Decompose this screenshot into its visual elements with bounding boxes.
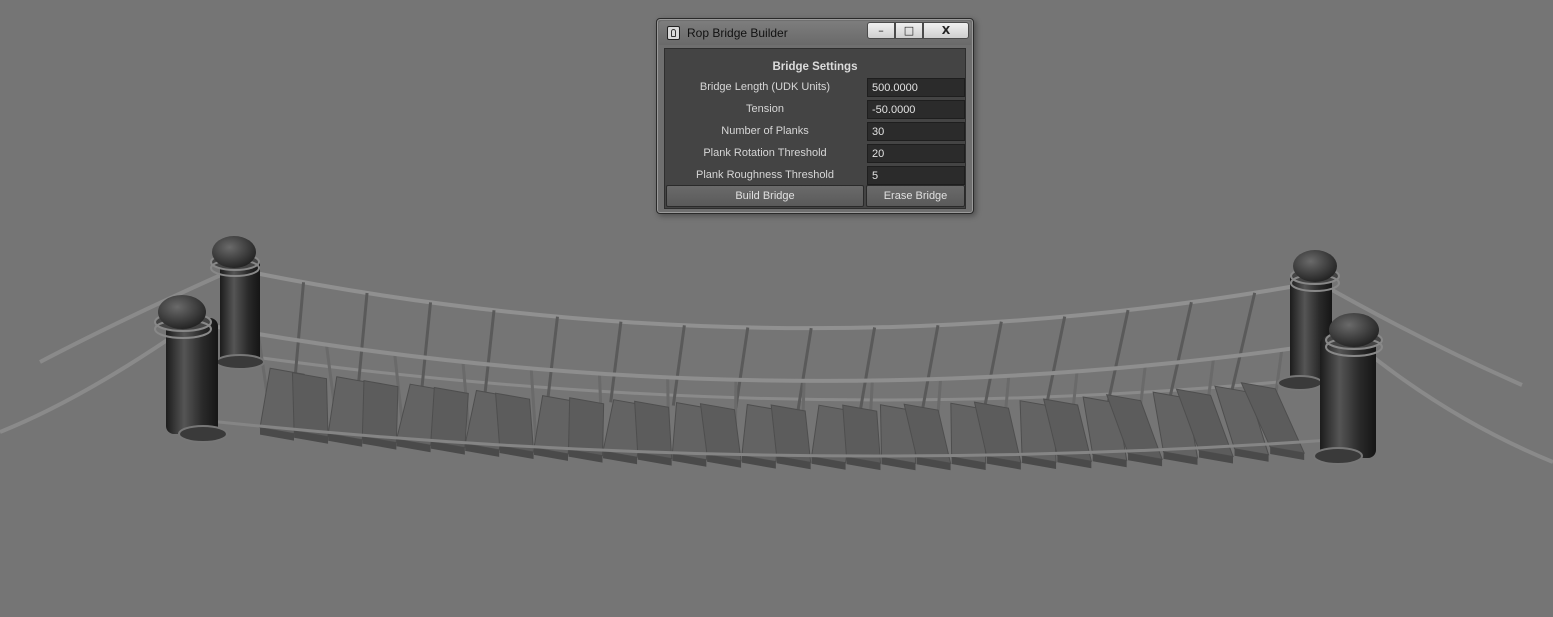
plank (634, 400, 673, 460)
hanger-rope (1044, 316, 1067, 407)
plank (291, 372, 329, 438)
hanger-rope (483, 310, 496, 394)
hanger-rope (609, 321, 623, 403)
window-titlebar[interactable]: Rop Bridge Builder – □ X (659, 21, 971, 45)
plank-rotation-threshold-field[interactable] (867, 144, 965, 163)
plank (495, 392, 535, 453)
plank (567, 397, 605, 457)
hanger-rope (920, 324, 940, 410)
bridge-length-field[interactable] (867, 78, 965, 97)
plank (842, 404, 882, 464)
plank-roughness-threshold-label: Plank Roughness Threshold (696, 169, 834, 181)
handrail-rope-back (239, 268, 1319, 331)
hanger-rope (546, 316, 559, 399)
hanger-rope (1229, 292, 1257, 396)
anchor-rope-right-front (1356, 343, 1553, 464)
plank (770, 404, 812, 463)
hanger-rope (420, 302, 433, 388)
plank (361, 380, 399, 444)
plank-rotation-threshold-label: Plank Rotation Threshold (703, 147, 827, 159)
minimize-button[interactable]: – (867, 22, 895, 39)
plank (430, 386, 469, 449)
tension-label: Tension (746, 103, 784, 115)
number-of-planks-label: Number of Planks (721, 125, 809, 137)
bridge-length-label: Bridge Length (UDK Units) (699, 81, 831, 93)
erase-bridge-button[interactable]: Erase Bridge (866, 185, 965, 207)
anchor-rope-left-front (0, 328, 184, 434)
tension-field[interactable] (867, 100, 965, 119)
plank-roughness-threshold-field[interactable] (867, 166, 965, 185)
hanger-rope (734, 327, 750, 409)
app-icon (667, 26, 680, 40)
rop-bridge-builder-window[interactable]: Rop Bridge Builder – □ X Bridge Settings… (656, 18, 974, 214)
hanger-rope (1167, 301, 1193, 401)
hanger-rope (671, 325, 686, 406)
bridge-settings-panel: Bridge Settings Bridge Length (UDK Units… (664, 48, 966, 209)
plank (699, 403, 742, 462)
close-button[interactable]: X (923, 22, 969, 39)
hanger-rope (1106, 309, 1130, 405)
hanger-rope (982, 321, 1003, 409)
window-title: Rop Bridge Builder (687, 26, 788, 40)
build-bridge-button[interactable]: Build Bridge (666, 185, 864, 207)
section-title: Bridge Settings (772, 61, 858, 73)
maximize-button[interactable]: □ (895, 22, 923, 39)
post-front-left (154, 295, 228, 443)
3d-viewport[interactable]: Rop Bridge Builder – □ X Bridge Settings… (0, 0, 1553, 613)
post-back-left (210, 236, 265, 370)
hanger-rope (293, 282, 306, 374)
hanger-rope (357, 292, 369, 382)
number-of-planks-field[interactable] (867, 122, 965, 141)
